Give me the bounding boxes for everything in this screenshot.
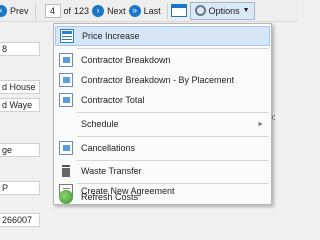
menu-item-refresh-costs[interactable]: Refresh Costs [55, 190, 270, 204]
menu-item-label: Cancellations [81, 143, 136, 153]
prev-button[interactable]: ‹ Prev [0, 2, 29, 20]
gear-icon [194, 5, 206, 16]
separator [34, 2, 36, 19]
menu-separator [77, 112, 269, 113]
menu-item-label: Contractor Total [81, 95, 145, 105]
menu-item-label: Contractor Breakdown - By Placement [81, 75, 235, 85]
menu-separator [77, 48, 269, 49]
pager: 4 of 123 [42, 3, 90, 18]
prev-label: Prev [10, 5, 29, 16]
menu-item-label: Contractor Breakdown [81, 55, 171, 65]
menu-item-cancellations[interactable]: Cancellations [55, 138, 270, 158]
menu-item-contractor-breakdown-placement[interactable]: Contractor Breakdown - By Placement [55, 70, 270, 90]
menu-item-label: Price Increase [82, 31, 140, 41]
refresh-icon [59, 190, 73, 204]
options-button[interactable]: Options ▼ [189, 1, 255, 20]
menu-item-contractor-breakdown[interactable]: Contractor Breakdown [55, 50, 270, 70]
menu-item-price-increase[interactable]: Price Increase [55, 26, 270, 46]
form-field[interactable]: d Waye [0, 98, 40, 112]
menu-item-waste-transfer[interactable]: Waste Transfer [55, 161, 270, 181]
form-field[interactable]: d House [0, 80, 40, 94]
report-icon [59, 53, 73, 67]
page-number-input[interactable]: 4 [44, 3, 61, 18]
last-label: Last [143, 5, 161, 16]
separator [166, 2, 168, 19]
page-total: 123 [74, 5, 90, 16]
form-field[interactable]: 8 [0, 42, 40, 56]
window-icon[interactable] [170, 4, 187, 17]
menu-item-label: Waste Transfer [81, 166, 142, 176]
form-field[interactable]: ge [0, 143, 40, 157]
arrow-last-icon: » [128, 4, 141, 17]
pager-of-text: of [63, 5, 72, 16]
form-field[interactable]: 266007 [0, 213, 40, 227]
blank-icon [59, 117, 73, 131]
submenu-arrow-icon: ► [257, 120, 264, 128]
chevron-down-icon: ▼ [242, 7, 250, 14]
report-icon [59, 73, 73, 87]
options-menu: Price Increase Contractor Breakdown Cont… [53, 23, 272, 205]
arrow-right-icon: › [92, 4, 105, 17]
form-field[interactable]: P [0, 181, 40, 195]
report-icon [59, 93, 73, 107]
menu-separator [77, 136, 269, 137]
bin-icon [59, 164, 73, 178]
toolbar: ‹ Prev 4 of 123 › Next » Last Options ▼ [0, 0, 298, 22]
menu-item-label: Refresh Costs [81, 192, 139, 202]
menu-item-schedule[interactable]: Schedule ► [55, 114, 270, 134]
menu-item-label: Schedule [81, 119, 119, 129]
menu-item-contractor-total[interactable]: Contractor Total [55, 90, 270, 110]
options-label: Options [208, 5, 240, 16]
arrow-left-icon: ‹ [0, 4, 7, 17]
table-icon [60, 29, 74, 43]
next-label: Next [107, 5, 126, 16]
cancellations-icon [59, 141, 73, 155]
next-button[interactable]: › Next [92, 2, 126, 20]
last-button[interactable]: » Last [128, 2, 161, 20]
